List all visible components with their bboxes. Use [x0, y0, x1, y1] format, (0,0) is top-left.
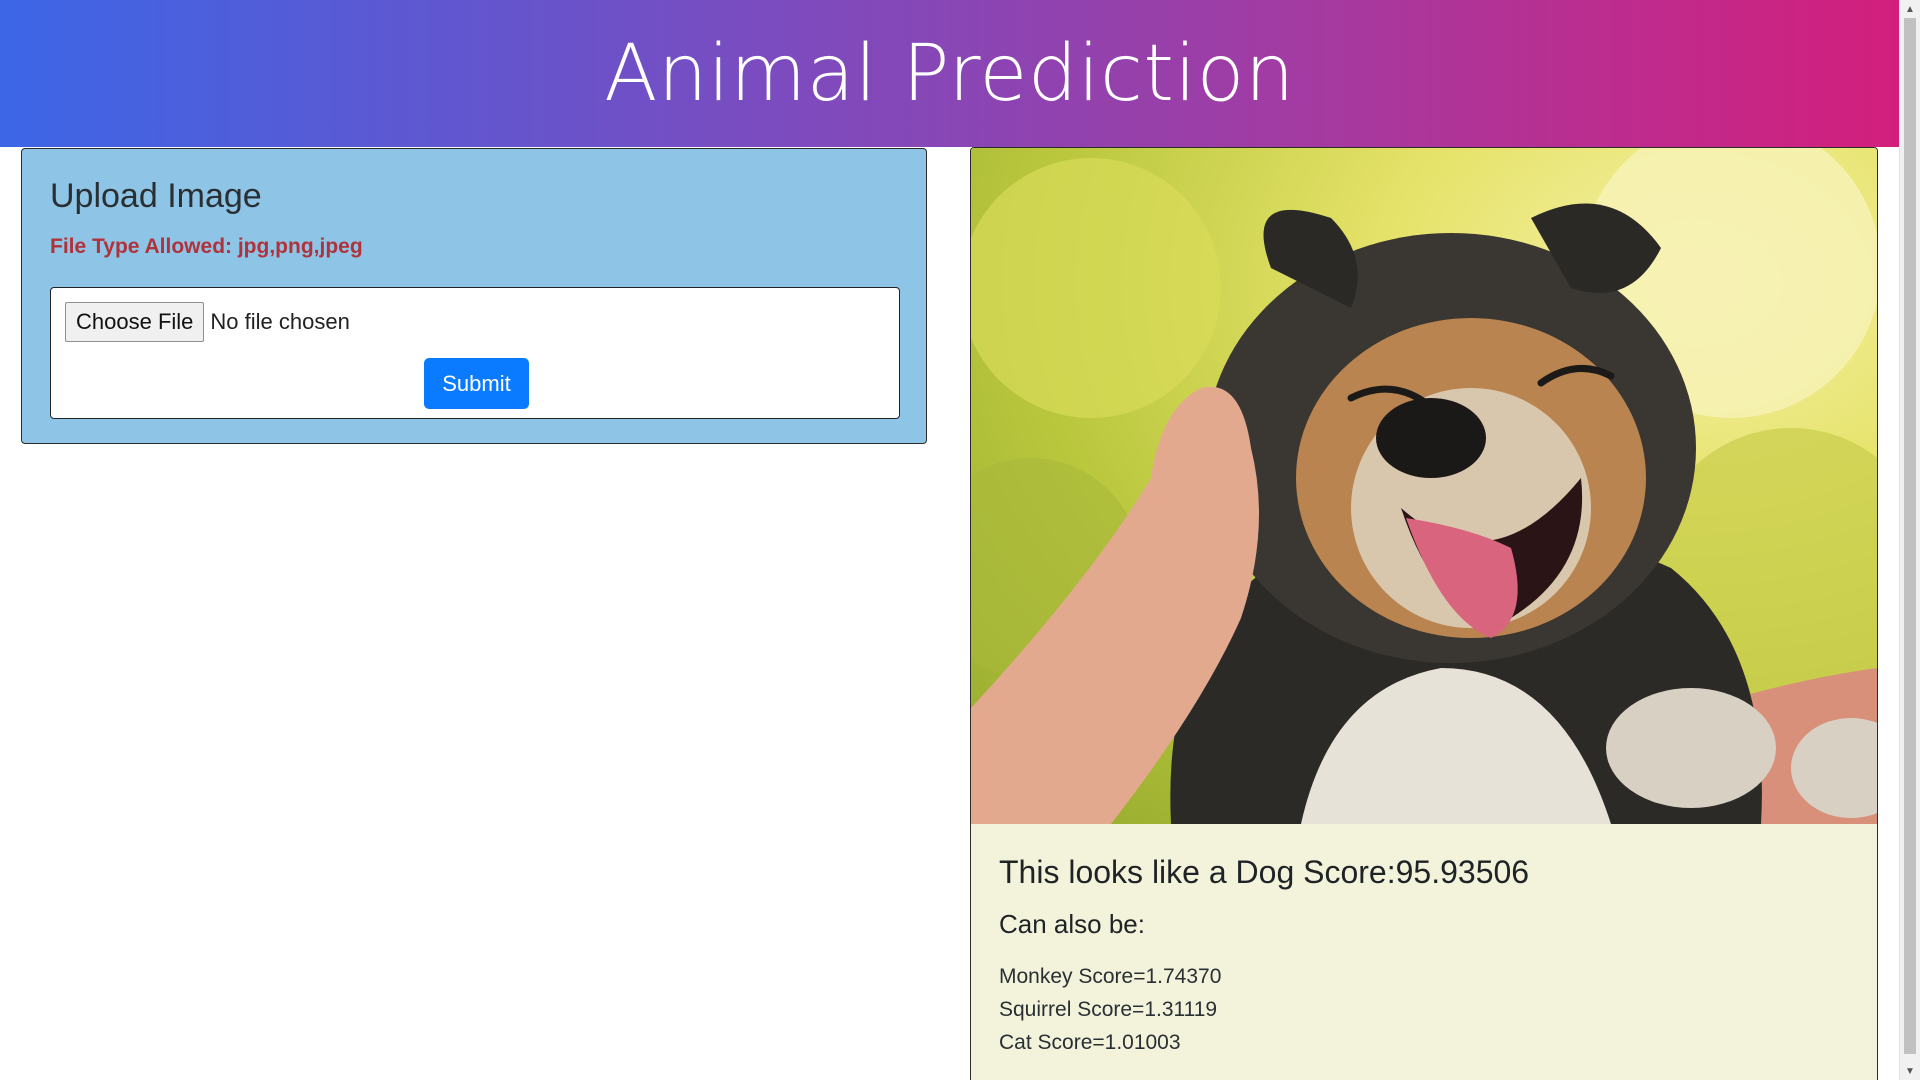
page: Animal Prediction Upload Image File Type…: [0, 0, 1920, 1080]
file-input[interactable]: Choose File No file chosen: [65, 302, 350, 342]
dog-photo: [971, 148, 1877, 824]
upload-form: Choose File No file chosen Submit: [50, 287, 900, 419]
alternative-item: Squirrel Score=1.31119: [999, 998, 1218, 1021]
vertical-scrollbar[interactable]: ▲ ▼: [1899, 0, 1920, 1080]
scroll-thumb[interactable]: [1904, 18, 1916, 1054]
page-title: Animal Prediction: [604, 28, 1295, 119]
header-banner: Animal Prediction: [0, 0, 1899, 147]
main-prediction: This looks like a Dog Score:95.93506: [999, 854, 1530, 890]
alternatives-list: Monkey Score=1.74370 Squirrel Score=1.31…: [999, 960, 1849, 1059]
alternatives-heading: Can also be:: [999, 909, 1145, 939]
alternative-item: Cat Score=1.01003: [999, 1031, 1181, 1054]
scroll-down-arrow-icon[interactable]: ▼: [1900, 1062, 1920, 1080]
allowed-file-types: File Type Allowed: jpg,png,jpeg: [50, 235, 363, 258]
upload-card: Upload Image File Type Allowed: jpg,png,…: [21, 148, 927, 444]
alternative-item: Monkey Score=1.74370: [999, 965, 1222, 988]
result-card: This looks like a Dog Score:95.93506 Can…: [970, 147, 1878, 1080]
choose-file-button[interactable]: Choose File: [65, 302, 205, 342]
submit-button[interactable]: Submit: [424, 358, 529, 409]
file-status-text: No file chosen: [210, 309, 350, 334]
dog-photo-illustration: [971, 148, 1877, 824]
scroll-up-arrow-icon[interactable]: ▲: [1900, 0, 1920, 18]
prediction-results: This looks like a Dog Score:95.93506 Can…: [999, 854, 1849, 1059]
upload-heading: Upload Image: [50, 177, 262, 215]
